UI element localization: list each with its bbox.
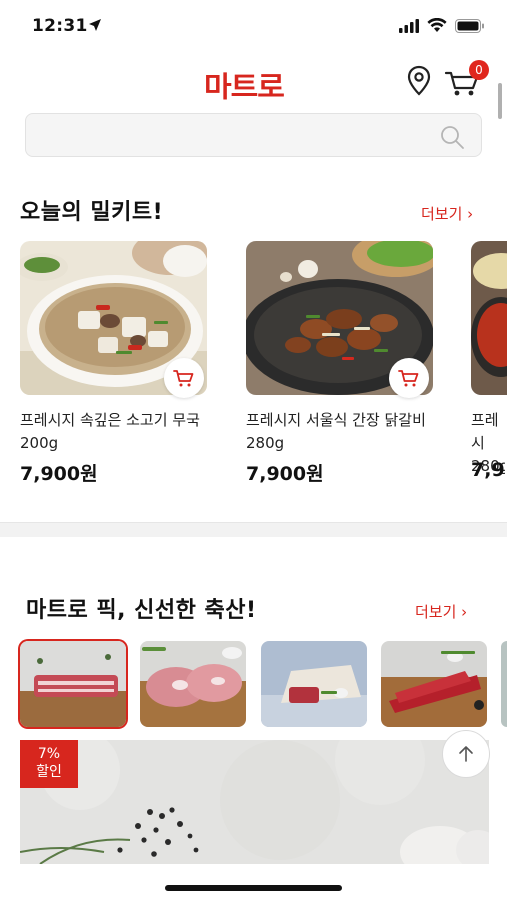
wifi-icon	[427, 17, 447, 37]
category-thumbnail[interactable]	[261, 641, 367, 727]
product-price: 7,9	[471, 459, 505, 481]
battery-icon	[455, 18, 485, 37]
cart-count-badge: 0	[469, 60, 489, 80]
product-price: 7,900원	[20, 463, 98, 485]
status-icons	[399, 17, 485, 37]
signal-icon	[399, 18, 419, 37]
product-name[interactable]: 프레시지 속깊은 소고기 무국 200g	[20, 409, 210, 455]
product-price: 7,900원	[246, 463, 324, 485]
category-thumbnail[interactable]	[501, 641, 507, 727]
status-time: 12:31	[32, 16, 88, 36]
location-pin-icon[interactable]	[404, 64, 434, 98]
arrow-up-icon	[459, 746, 473, 762]
category-thumbnail[interactable]	[140, 641, 246, 727]
app-logo[interactable]: 마트로	[204, 63, 285, 105]
scroll-to-top-button[interactable]	[442, 730, 490, 778]
category-thumbnail[interactable]	[381, 641, 487, 727]
category-thumbnail[interactable]	[20, 641, 126, 727]
section-divider	[0, 522, 507, 537]
location-arrow-icon	[88, 17, 102, 36]
product-image[interactable]	[471, 241, 507, 395]
scroll-indicator[interactable]	[498, 83, 502, 119]
search-bar[interactable]	[25, 113, 482, 157]
section-title-mealkit: 오늘의 밀키트!	[20, 200, 164, 225]
home-indicator[interactable]	[165, 885, 342, 891]
promo-banner[interactable]	[20, 740, 489, 864]
discount-percent: 7%	[37, 746, 61, 762]
more-link-mealkit[interactable]: 더보기 ›	[421, 203, 473, 224]
discount-label: 할인	[36, 764, 62, 780]
app-header: 마트로	[0, 54, 507, 110]
product-name[interactable]: 프레시지 서울식 간장 닭갈비 280g	[246, 409, 436, 455]
add-to-cart-icon[interactable]	[164, 358, 204, 398]
section-title-meat: 마트로 픽, 신선한 축산!	[26, 598, 257, 623]
search-icon[interactable]	[439, 124, 465, 154]
search-input[interactable]	[38, 122, 432, 150]
more-link-meat[interactable]: 더보기 ›	[415, 601, 467, 622]
add-to-cart-icon[interactable]	[389, 358, 429, 398]
status-bar: 12:31	[0, 0, 507, 54]
discount-badge: 7% 할인	[20, 740, 78, 788]
